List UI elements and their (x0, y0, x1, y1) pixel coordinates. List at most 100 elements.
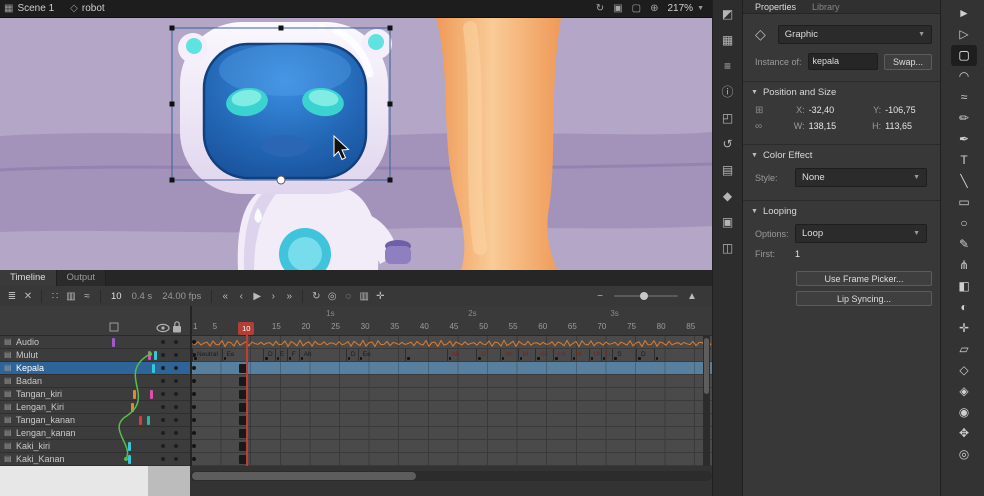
keyframe-dot[interactable] (192, 366, 196, 370)
layer-lock-dot[interactable] (174, 457, 178, 461)
mouth-pose-segment[interactable]: Ee (358, 349, 405, 361)
mouth-pose-segment[interactable]: Ee (222, 349, 263, 361)
layer-row-tangan_kanan[interactable]: ▤Tangan_kanan (0, 414, 190, 427)
mouth-pose-segment[interactable] (405, 349, 446, 361)
tab-output[interactable]: Output (57, 270, 107, 286)
section-position-and-size[interactable]: ▼ Position and Size (743, 87, 940, 98)
layer-lock-dot[interactable] (174, 379, 178, 383)
classic-brush-tool[interactable]: ✏ (951, 108, 977, 129)
center-stage-icon[interactable]: ⊕ (650, 3, 658, 14)
mouth-pose-segment[interactable]: Ah (299, 349, 346, 361)
fluid-brush-tool[interactable]: ≈ (951, 87, 977, 108)
layer-visibility-dot[interactable] (161, 444, 165, 448)
keyframe-mark[interactable] (239, 403, 247, 412)
keyframe-dot[interactable] (192, 431, 196, 435)
layer-lock-dot[interactable] (174, 431, 178, 435)
step-back-icon[interactable]: ‹ (233, 291, 249, 302)
parenting-view-icon[interactable]: ∷ (47, 291, 63, 302)
output-panel-icon[interactable]: ▤ (717, 162, 739, 179)
clip-content-icon[interactable]: ▢ (632, 3, 641, 14)
zoom-tool[interactable]: ◎ (951, 444, 977, 465)
center-playhead-icon[interactable]: ✛ (372, 291, 388, 302)
layer-visibility-dot[interactable] (161, 353, 165, 357)
layer-visibility-dot[interactable] (161, 418, 165, 422)
oval-tool[interactable]: ○ (951, 213, 977, 234)
rectangle-tool[interactable]: ▭ (951, 192, 977, 213)
frames-view-icon[interactable]: ▥ (63, 291, 79, 302)
layer-visibility-dot[interactable] (161, 392, 165, 396)
keyframe-dot[interactable] (192, 405, 196, 409)
section-looping[interactable]: ▼ Looping (743, 206, 940, 217)
layer-row-badan[interactable]: ▤Badan (0, 375, 190, 388)
first-frame-value[interactable]: 1 (795, 249, 851, 259)
brush-library-panel-icon[interactable]: ◆ (717, 188, 739, 205)
free-transform-tool[interactable]: ▢ (951, 45, 977, 66)
mouth-pose-segment[interactable]: Ah (447, 349, 477, 361)
layer-visibility-dot[interactable] (161, 379, 165, 383)
symbol-type-select[interactable]: Graphic ▼ (778, 25, 932, 44)
layer-visibility-dot[interactable] (161, 405, 165, 409)
text-tool[interactable]: T (951, 150, 977, 171)
onion-skin-icon[interactable]: ◎ (324, 291, 340, 302)
zoom-in-frames-icon[interactable]: ▲ (684, 291, 700, 302)
motion-presets-panel-icon[interactable]: ▣ (717, 214, 739, 231)
step-forward-icon[interactable]: › (265, 291, 281, 302)
layer-visibility-dot[interactable] (161, 366, 165, 370)
delete-layer-icon[interactable]: ✕ (20, 291, 36, 302)
layer-row-kaki_kiri[interactable]: ▤Kaki_kiri (0, 440, 190, 453)
mouth-pose-segment[interactable]: D (263, 349, 275, 361)
mouth-pose-segment[interactable]: S (612, 349, 636, 361)
symbol-breadcrumb[interactable]: robot (82, 3, 105, 14)
w-value[interactable]: 138,15 (809, 121, 864, 131)
keyframe-dot[interactable] (192, 379, 196, 383)
layer-row-kepala[interactable]: ▤Kepala (0, 362, 190, 375)
eraser-tool[interactable]: ▱ (951, 339, 977, 360)
mouth-pose-segment[interactable]: M (571, 349, 589, 361)
timeline-ruler[interactable]: 1s2s3s1510152025303540455055606570758085 (190, 306, 712, 336)
keyframe-dot[interactable] (192, 457, 196, 461)
transform-panel-icon[interactable]: ◰ (717, 110, 739, 127)
frames-row-audio[interactable] (192, 336, 712, 349)
pencil-tool[interactable]: ✎ (951, 234, 977, 255)
keyframe-mark[interactable] (239, 364, 247, 373)
mouth-pose-segment[interactable]: D (636, 349, 654, 361)
tab-timeline[interactable]: Timeline (0, 270, 57, 286)
keyframe-dot[interactable] (192, 418, 196, 422)
pen-tool[interactable]: ✒ (951, 129, 977, 150)
keyframe-mark[interactable] (239, 377, 247, 386)
hand-tool[interactable]: ✥ (951, 423, 977, 444)
selection-tool[interactable]: ► (951, 3, 977, 24)
layer-lock-dot[interactable] (174, 340, 178, 344)
go-first-frame-icon[interactable]: « (217, 291, 233, 302)
width-tool[interactable]: ◇ (951, 360, 977, 381)
timeline-zoom-slider[interactable] (614, 295, 678, 297)
keyframe-dot[interactable] (192, 340, 196, 344)
frames-row-tangan_kiri[interactable] (192, 388, 712, 401)
instance-name-field[interactable]: kepala (808, 53, 878, 70)
info-panel-icon[interactable]: ⓘ (717, 84, 739, 101)
mouth-pose-segment[interactable]: M (518, 349, 536, 361)
subselection-tool[interactable]: ▷ (951, 24, 977, 45)
tab-library[interactable]: Library (812, 2, 840, 12)
layer-visibility-dot[interactable] (161, 340, 165, 344)
rotation-reset-icon[interactable]: ↻ (596, 3, 604, 14)
asset-warp-tool[interactable]: ◈ (951, 381, 977, 402)
lasso-tool[interactable]: ◠ (951, 66, 977, 87)
use-frame-picker-button[interactable]: Use Frame Picker... (796, 271, 932, 286)
layer-lock-dot[interactable] (174, 392, 178, 396)
paint-bucket-tool[interactable]: ◧ (951, 276, 977, 297)
scene-panel-icon[interactable]: ◫ (717, 240, 739, 257)
layer-lock-dot[interactable] (174, 418, 178, 422)
layer-lock-dot[interactable] (174, 444, 178, 448)
keyframe-dot[interactable] (192, 444, 196, 448)
frames-row-kaki_kanan[interactable] (192, 453, 712, 466)
lip-syncing-button[interactable]: Lip Syncing... (796, 291, 932, 306)
mouth-pose-segment[interactable]: D (601, 349, 613, 361)
edit-multiple-frames-icon[interactable]: ▥ (356, 291, 372, 302)
history-panel-icon[interactable]: ↺ (717, 136, 739, 153)
frames-row-lengan_kanan[interactable] (192, 427, 712, 440)
playhead-marker[interactable]: 10 (238, 322, 254, 335)
ink-bottle-tool[interactable]: ◐ (951, 297, 977, 318)
keyframe-mark[interactable] (239, 416, 247, 425)
mouth-pose-segment[interactable]: E (275, 349, 287, 361)
